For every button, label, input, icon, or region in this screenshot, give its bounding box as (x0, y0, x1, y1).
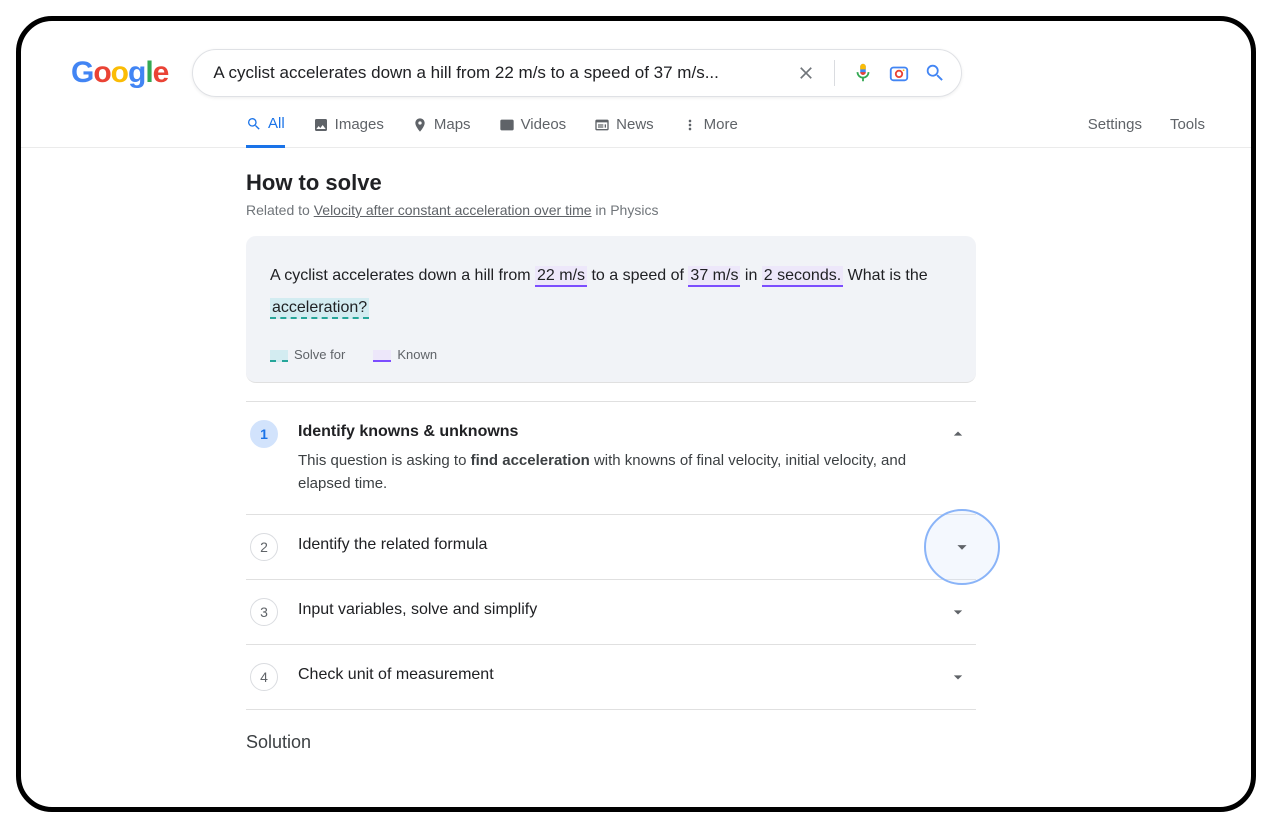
related-topic-link[interactable]: Velocity after constant acceleration ove… (314, 202, 592, 218)
tab-label: All (268, 115, 285, 132)
step-body: Identify the related formula (298, 533, 972, 554)
logo-letter: l (145, 56, 152, 89)
problem-segment: What is the (843, 267, 927, 284)
separator (834, 60, 835, 86)
step-body: Identify knowns & unknowns This question… (298, 420, 924, 496)
legend-swatch-solve (270, 350, 288, 362)
step-description: This question is asking to find accelera… (298, 449, 924, 496)
step-3[interactable]: 3 Input variables, solve and simplify (246, 580, 976, 645)
solve-for-value[interactable]: acceleration? (270, 298, 369, 319)
search-small-icon (246, 116, 262, 132)
solution-heading: Solution (246, 732, 1011, 753)
tab-more[interactable]: More (682, 116, 738, 146)
page-inner: Google Al (21, 21, 1251, 807)
related-suffix: in Physics (592, 202, 659, 218)
step-title: Check unit of measurement (298, 666, 924, 684)
problem-text: A cyclist accelerates down a hill from 2… (270, 260, 952, 324)
chevron-down-highlight[interactable] (924, 509, 1000, 585)
step-1[interactable]: 1 Identify knowns & unknowns This questi… (246, 401, 976, 515)
legend-label: Known (397, 347, 437, 362)
chevron-down-icon[interactable] (944, 663, 972, 691)
steps-list: 1 Identify knowns & unknowns This questi… (246, 401, 976, 710)
step-title: Identify the related formula (298, 536, 972, 554)
known-value[interactable]: 37 m/s (688, 266, 740, 287)
legend: Solve for Known (270, 342, 952, 368)
legend-solve: Solve for (270, 342, 345, 368)
step-number-badge: 2 (250, 533, 278, 561)
step-number-badge: 3 (250, 598, 278, 626)
tab-label: Videos (521, 116, 567, 133)
video-icon (499, 117, 515, 133)
problem-segment: in (740, 267, 761, 284)
legend-label: Solve for (294, 347, 345, 362)
known-value[interactable]: 2 seconds. (762, 266, 843, 287)
step-body: Check unit of measurement (298, 663, 924, 684)
tab-images[interactable]: Images (313, 116, 384, 146)
legend-swatch-known (373, 350, 391, 362)
search-bar[interactable] (192, 49, 962, 97)
tabs-right: Settings Tools (1088, 116, 1205, 146)
search-icon[interactable] (921, 59, 949, 87)
tab-videos[interactable]: Videos (499, 116, 567, 146)
map-pin-icon (412, 117, 428, 133)
news-icon (594, 117, 610, 133)
tab-all[interactable]: All (246, 115, 285, 148)
logo-letter: G (71, 56, 93, 89)
problem-card: A cyclist accelerates down a hill from 2… (246, 236, 976, 383)
related-line: Related to Velocity after constant accel… (246, 202, 1011, 218)
content: How to solve Related to Velocity after c… (21, 148, 1011, 753)
step-body: Input variables, solve and simplify (298, 598, 924, 619)
tab-label: News (616, 116, 654, 133)
tab-news[interactable]: News (594, 116, 654, 146)
settings-link[interactable]: Settings (1088, 116, 1142, 133)
logo-letter: o (93, 56, 110, 89)
step-4[interactable]: 4 Check unit of measurement (246, 645, 976, 710)
voice-search-icon[interactable] (849, 59, 877, 87)
chevron-down-icon[interactable] (944, 598, 972, 626)
tab-label: More (704, 116, 738, 133)
search-input[interactable] (213, 63, 784, 83)
tab-maps[interactable]: Maps (412, 116, 471, 146)
tab-label: Images (335, 116, 384, 133)
image-icon (313, 117, 329, 133)
step-desc-bold: find acceleration (471, 452, 590, 469)
problem-segment: to a speed of (587, 267, 688, 284)
step-number-badge: 1 (250, 420, 278, 448)
howto-title: How to solve (246, 170, 1011, 196)
clear-icon[interactable] (792, 59, 820, 87)
step-desc-text: This question is asking to (298, 452, 471, 469)
related-prefix: Related to (246, 202, 314, 218)
logo-letter: g (128, 56, 145, 89)
legend-known: Known (373, 342, 437, 368)
known-value[interactable]: 22 m/s (535, 266, 587, 287)
chevron-down-icon (951, 536, 973, 558)
logo-letter: o (111, 56, 128, 89)
step-number-badge: 4 (250, 663, 278, 691)
top-row: Google (21, 49, 1251, 97)
more-vert-icon (682, 117, 698, 133)
step-title: Identify knowns & unknowns (298, 423, 924, 441)
device-frame: Google Al (16, 16, 1256, 812)
logo-letter: e (153, 56, 169, 89)
problem-segment: A cyclist accelerates down a hill from (270, 267, 535, 284)
step-title: Input variables, solve and simplify (298, 601, 924, 619)
chevron-up-icon[interactable] (944, 420, 972, 448)
step-2[interactable]: 2 Identify the related formula (246, 515, 976, 580)
tools-link[interactable]: Tools (1170, 116, 1205, 133)
tab-label: Maps (434, 116, 471, 133)
lens-search-icon[interactable] (885, 59, 913, 87)
search-tabs: All Images Maps Videos News More (21, 97, 1251, 148)
google-logo[interactable]: Google (71, 56, 168, 90)
